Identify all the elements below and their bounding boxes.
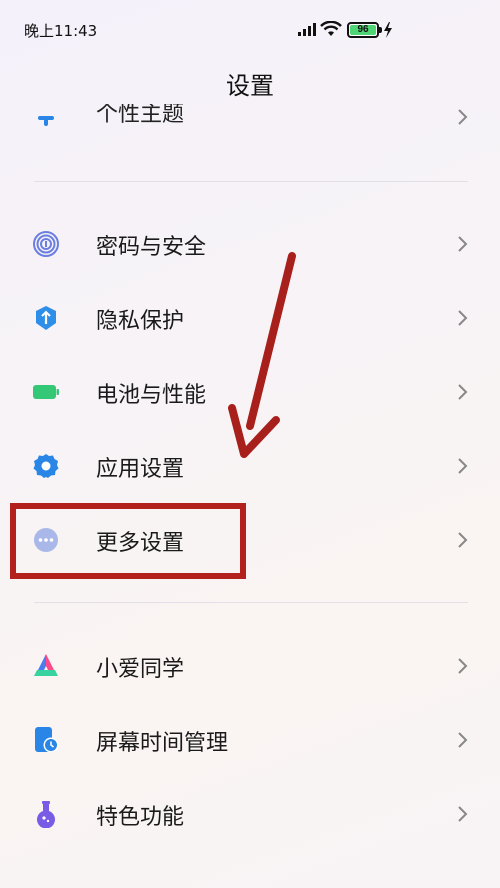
settings-item-theme[interactable]: 个性主题 [0,104,500,130]
settings-item-label: 个性主题 [96,104,185,127]
divider [34,602,468,603]
chevron-right-icon [458,806,468,822]
settings-item-label: 小爱同学 [96,657,185,682]
gear-icon [33,454,59,478]
settings-item-label: 电池与性能 [96,383,207,408]
battery-icon [33,385,59,399]
settings-item-label: 屏幕时间管理 [96,731,229,756]
page-title: 设置 [226,72,274,100]
chevron-right-icon [458,658,468,674]
chevron-right-icon [458,532,468,548]
charging-icon [384,22,392,38]
highlight-box [10,503,246,579]
screen-time-icon [35,727,59,753]
chevron-right-icon [458,109,468,125]
settings-item-label: 特色功能 [96,805,185,830]
divider [34,181,468,182]
chevron-right-icon [458,310,468,326]
settings-item-label: 隐私保护 [96,309,185,334]
settings-item-label: 应用设置 [96,457,185,482]
battery-status-icon: 96 [347,22,379,38]
theme-icon [38,116,54,126]
wifi-icon [320,21,342,36]
xiaoai-icon [34,654,58,676]
settings-item-label: 密码与安全 [96,235,207,260]
battery-tip [379,27,382,33]
flask-icon [37,801,55,828]
battery-level: 96 [350,25,376,35]
fingerprint-icon [33,231,59,257]
chevron-right-icon [458,458,468,474]
status-bar: 晚上11:43 96 [0,0,500,60]
chevron-right-icon [458,732,468,748]
status-time: 晚上11:43 [24,22,98,40]
shield-icon [36,306,56,330]
signal-icon [298,23,316,36]
chevron-right-icon [458,384,468,400]
annotation-arrow [228,252,296,458]
settings-item-screen-time[interactable]: 屏幕时间管理 [0,710,500,770]
settings-item-xiaoai[interactable]: 小爱同学 [0,636,500,696]
settings-item-special-features[interactable]: 特色功能 [0,784,500,844]
chevron-right-icon [458,236,468,252]
